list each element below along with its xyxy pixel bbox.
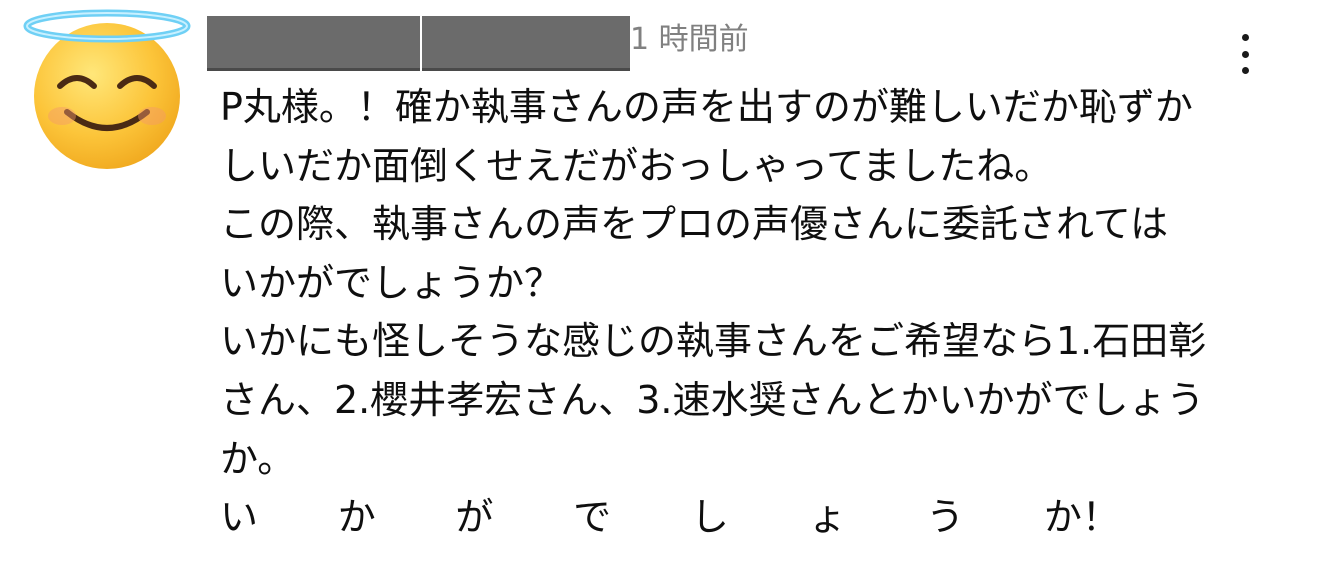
- comment-line: いかがでしょうか？: [220, 260, 563, 305]
- spaced-char: う: [926, 495, 965, 540]
- spaced-char: し: [690, 495, 729, 540]
- comment-line: しいだか面倒くせえだがおっしゃってましたね。: [220, 143, 1053, 188]
- spaced-char: か: [337, 495, 376, 540]
- comment-line: さん、2.櫻井孝宏さん、3.速水奨さんとかいかがでしょう: [220, 377, 1205, 422]
- comment-timestamp[interactable]: 1 時間前: [630, 20, 749, 60]
- comment-text: P丸様。！確か執事さんの声を出すのが難しいだか恥ずか しいだか面倒くせえだがおっ…: [220, 78, 1250, 547]
- face-circle: [34, 23, 180, 169]
- spaced-comment-line: い か が で し ょ う か！: [220, 488, 1120, 547]
- spaced-char: か！: [1043, 495, 1120, 540]
- redacted-username-block: [207, 16, 420, 68]
- smiling-face-with-halo-icon[interactable]: [22, 4, 192, 169]
- spaced-char: ょ: [808, 495, 847, 540]
- spaced-char: で: [573, 495, 612, 540]
- comment-line: いかにも怪しそうな感じの執事さんをご希望なら1.石田彰: [220, 319, 1207, 364]
- more-vertical-icon[interactable]: [1230, 34, 1260, 74]
- comment-line: か。: [220, 436, 296, 481]
- comment-line: P丸様。！確か執事さんの声を出すのが難しいだか恥ずか: [220, 85, 1193, 129]
- comment-line: この際、執事さんの声をプロの声優さんに委託されては: [220, 202, 1169, 247]
- spaced-char: い: [220, 495, 259, 540]
- spaced-char: が: [455, 495, 494, 540]
- redacted-username-block: [422, 16, 630, 68]
